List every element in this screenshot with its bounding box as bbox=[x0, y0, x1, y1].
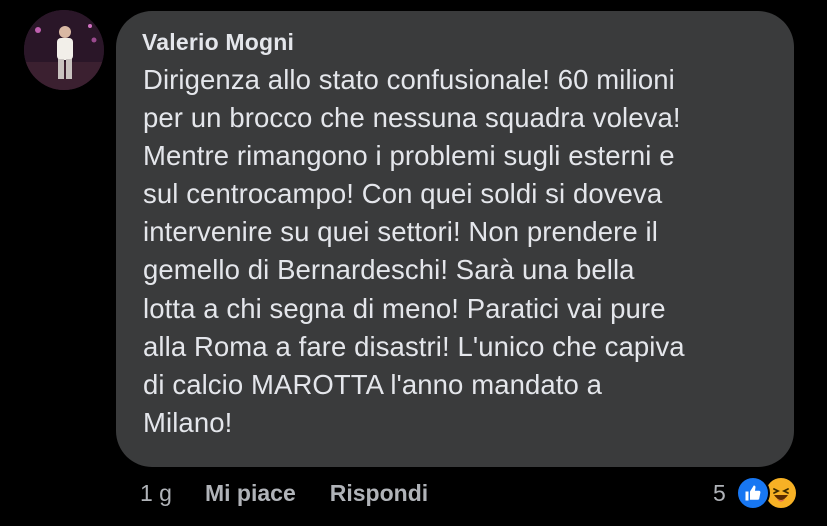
profile-photo bbox=[24, 10, 104, 90]
reply-button[interactable]: Rispondi bbox=[330, 480, 428, 507]
like-reaction-icon bbox=[735, 476, 770, 510]
comment-bubble: Valerio Mogni Dirigenza allo stato confu… bbox=[116, 11, 794, 467]
comment-container: Valerio Mogni Dirigenza allo stato confu… bbox=[0, 0, 827, 526]
comment-text: Dirigenza allo stato confusionale! 60 mi… bbox=[143, 64, 685, 438]
comment-actions: 1 g Mi piace Rispondi bbox=[140, 478, 428, 508]
reactions-summary[interactable]: 5 bbox=[713, 475, 798, 511]
like-button[interactable]: Mi piace bbox=[205, 480, 296, 507]
reaction-count: 5 bbox=[713, 479, 726, 506]
avatar[interactable] bbox=[24, 10, 104, 90]
comment-timestamp[interactable]: 1 g bbox=[140, 480, 172, 507]
comment-author[interactable]: Valerio Mogni bbox=[142, 29, 294, 56]
